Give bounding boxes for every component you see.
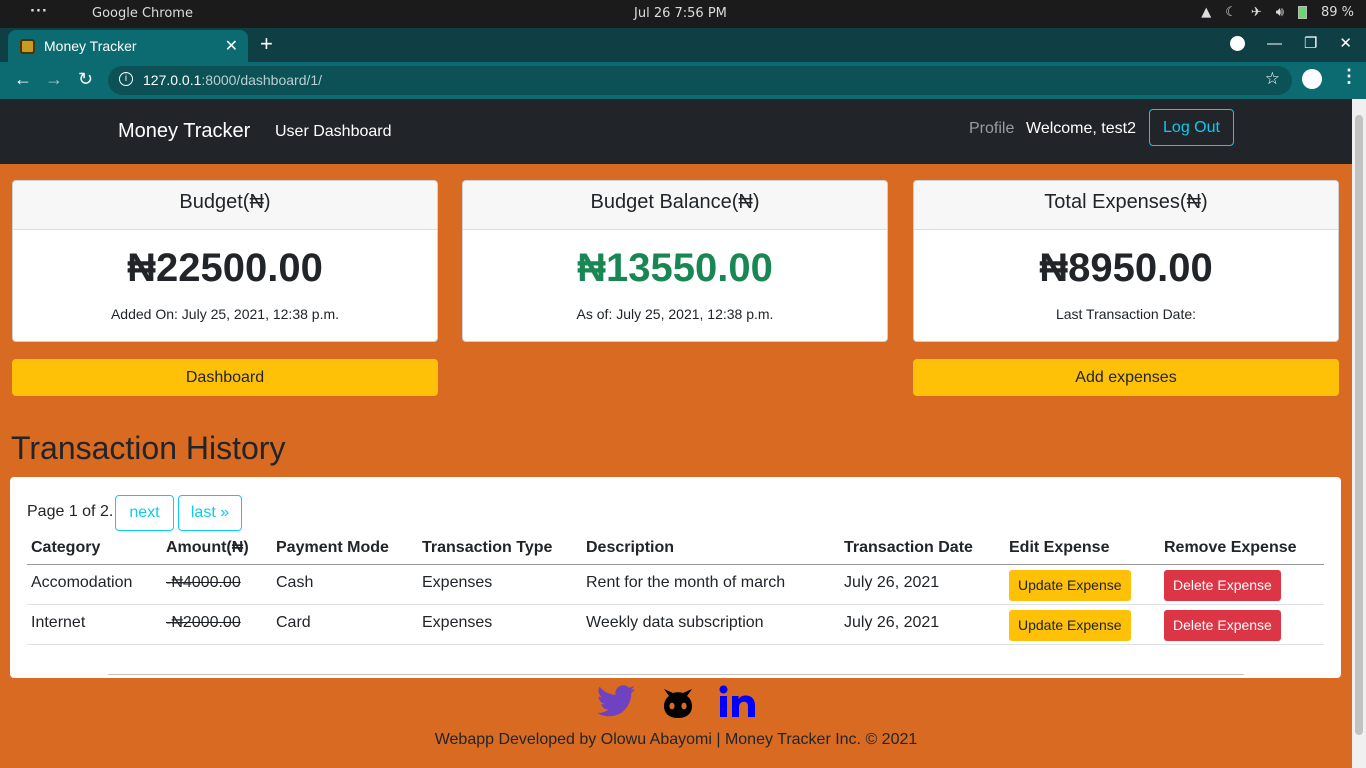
close-window-icon[interactable]: ✕: [1339, 34, 1352, 52]
maximize-icon[interactable]: ❐: [1304, 34, 1317, 52]
payment-mode-cell: Card: [272, 604, 418, 645]
total-expenses-card: Total Expenses(₦) ₦8950.00 Last Transact…: [913, 180, 1339, 342]
back-icon[interactable]: ←: [14, 69, 32, 90]
brand-link[interactable]: Money Tracker: [118, 120, 250, 143]
budget-balance-card: Budget Balance(₦) ₦13550.00 As of: July …: [462, 180, 888, 342]
activities-menu-icon[interactable]: ···: [30, 4, 48, 19]
edit-cell: Update Expense: [1005, 564, 1160, 605]
bookmark-star-icon[interactable]: ☆: [1265, 69, 1280, 89]
column-header: Description: [582, 533, 840, 565]
forward-icon[interactable]: →: [45, 69, 63, 90]
column-header: Transaction Type: [418, 533, 582, 565]
page-scrollbar[interactable]: [1352, 99, 1366, 768]
last-page-button[interactable]: last »: [178, 495, 242, 531]
delete-expense-button[interactable]: Delete Expense: [1164, 609, 1281, 641]
last-transaction-date: Last Transaction Date:: [1055, 306, 1197, 322]
transaction-type-cell: Expenses: [418, 564, 582, 605]
footer-text: Webapp Developed by Olowu Abayomi | Mone…: [434, 731, 918, 748]
description-cell: Rent for the month of march: [582, 564, 840, 605]
card-title: Total Expenses(₦): [914, 181, 1338, 230]
table-row: Accomodation -₦4000.00 Cash Expenses Ren…: [27, 564, 1324, 605]
battery-icon[interactable]: [1297, 6, 1307, 19]
site-info-icon[interactable]: i: [119, 72, 133, 86]
favicon-icon: [20, 39, 35, 54]
reload-icon[interactable]: ↻: [78, 69, 93, 90]
edit-cell: Update Expense: [1005, 604, 1160, 645]
description-cell: Weekly data subscription: [582, 604, 840, 645]
airplane-mode-icon[interactable]: ✈: [1251, 5, 1262, 20]
remove-cell: Delete Expense: [1160, 604, 1324, 645]
browser-toolbar: ← → ↻ i 127.0.0.1:8000/dashboard/1/ ☆: [0, 62, 1366, 99]
battery-percent: 89 %: [1320, 5, 1354, 20]
column-header: Payment Mode: [272, 533, 418, 565]
update-expense-button[interactable]: Update Expense: [1009, 609, 1131, 641]
balance-as-of: As of: July 25, 2021, 12:38 p.m.: [576, 306, 774, 322]
tab-title: Money Tracker: [44, 38, 137, 54]
category-cell: Accomodation: [27, 564, 162, 605]
column-header: Category: [27, 533, 162, 565]
card-title: Budget Balance(₦): [463, 181, 887, 230]
transaction-date-cell: July 26, 2021: [840, 564, 1005, 605]
transaction-type-cell: Expenses: [418, 604, 582, 645]
welcome-text: Welcome, test2: [1026, 120, 1136, 137]
add-expenses-button[interactable]: Add expenses: [913, 359, 1339, 396]
next-page-button[interactable]: next: [115, 495, 174, 531]
remove-cell: Delete Expense: [1160, 564, 1324, 605]
linkedin-icon[interactable]: [719, 685, 757, 719]
logout-button[interactable]: Log Out: [1149, 109, 1234, 146]
footer-divider: [108, 674, 1244, 675]
site-navbar: Money Tracker User Dashboard Profile Wel…: [0, 99, 1352, 164]
browser-tab-strip: Money Tracker ✕ + — ❐ ✕: [0, 28, 1366, 62]
dashboard-button[interactable]: Dashboard: [12, 359, 438, 396]
volume-icon[interactable]: 🔊︎: [1276, 5, 1284, 20]
scrollbar-thumb[interactable]: [1355, 115, 1363, 735]
column-header: Transaction Date: [840, 533, 1005, 565]
category-cell: Internet: [27, 604, 162, 645]
tab-search-icon[interactable]: [1229, 35, 1245, 51]
column-header: Remove Expense: [1160, 533, 1324, 565]
table-row: Internet -₦2000.00 Card Expenses Weekly …: [27, 604, 1324, 645]
profile-link[interactable]: Profile: [969, 120, 1014, 138]
update-expense-button[interactable]: Update Expense: [1009, 569, 1131, 601]
address-bar[interactable]: i 127.0.0.1:8000/dashboard/1/ ☆: [108, 66, 1292, 95]
url-text[interactable]: 127.0.0.1:8000/dashboard/1/: [143, 72, 322, 88]
close-tab-icon[interactable]: ✕: [225, 36, 238, 56]
github-icon[interactable]: [658, 685, 698, 719]
expenses-value: ₦8950.00: [1039, 246, 1213, 290]
budget-value: ₦22500.00: [127, 246, 323, 290]
new-tab-icon[interactable]: +: [260, 31, 273, 57]
table-header-row: Category Amount(₦) Payment Mode Transact…: [27, 533, 1324, 565]
transaction-history-title: Transaction History: [11, 430, 286, 466]
budget-added-on: Added On: July 25, 2021, 12:38 p.m.: [110, 306, 340, 322]
os-top-bar: ··· Google Chrome Jul 26 7:56 PM ▲ ☾ ✈ 🔊…: [0, 0, 1366, 28]
budget-card: Budget(₦) ₦22500.00 Added On: July 25, 2…: [12, 180, 438, 342]
window-controls: — ❐ ✕: [1229, 34, 1352, 52]
balance-value: ₦13550.00: [577, 246, 773, 290]
user-dashboard-link[interactable]: User Dashboard: [275, 123, 392, 141]
payment-mode-cell: Cash: [272, 564, 418, 605]
amount-cell: -₦4000.00: [162, 564, 272, 605]
account-icon[interactable]: [1302, 69, 1322, 89]
transaction-table: Category Amount(₦) Payment Mode Transact…: [27, 533, 1324, 645]
column-header: Amount(₦): [162, 533, 272, 565]
transaction-table-card: Page 1 of 2. next last » Category Amount…: [10, 477, 1341, 678]
amount-cell: -₦2000.00: [162, 604, 272, 645]
card-title: Budget(₦): [13, 181, 437, 230]
night-light-icon[interactable]: ☾: [1225, 5, 1237, 20]
network-icon[interactable]: ▲: [1201, 5, 1211, 20]
chrome-menu-icon[interactable]: ⋮: [1340, 66, 1358, 87]
column-header: Edit Expense: [1005, 533, 1160, 565]
transaction-date-cell: July 26, 2021: [840, 604, 1005, 645]
active-app-name: Google Chrome: [92, 6, 193, 21]
system-tray[interactable]: ▲ ☾ ✈ 🔊︎ 89 %: [1201, 5, 1354, 20]
pagination-info: Page 1 of 2.: [27, 503, 114, 520]
system-clock[interactable]: Jul 26 7:56 PM: [634, 6, 727, 21]
browser-tab[interactable]: Money Tracker ✕: [8, 30, 248, 62]
minimize-icon[interactable]: —: [1267, 35, 1282, 52]
page-content: Money Tracker User Dashboard Profile Wel…: [0, 99, 1352, 768]
delete-expense-button[interactable]: Delete Expense: [1164, 569, 1281, 601]
twitter-icon[interactable]: [596, 685, 636, 719]
